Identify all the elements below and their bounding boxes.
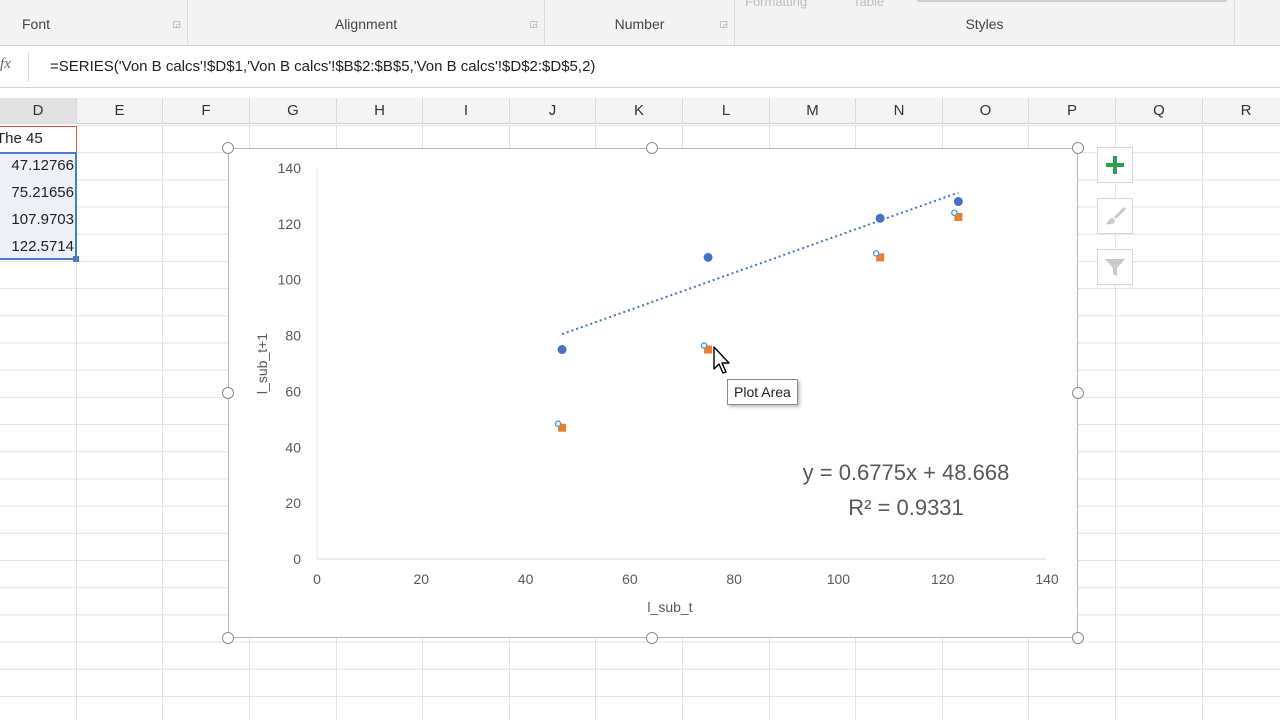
chart-resize-handle-tr[interactable] xyxy=(1072,142,1084,154)
dialog-launcher-icon[interactable]: ◲ xyxy=(172,19,181,30)
ribbon-group-alignment: Alignment ◲ xyxy=(188,0,545,46)
ribbon-group-styles: Formatting Table Styles xyxy=(735,0,1235,46)
series-name-highlight xyxy=(0,126,77,152)
y-tick-label: 140 xyxy=(278,160,302,176)
column-header-k[interactable]: K xyxy=(596,98,683,124)
column-header-f[interactable]: F xyxy=(163,98,250,124)
point-selection-marker xyxy=(951,209,958,217)
y-axis-title: l_sub_t+1 xyxy=(254,333,270,394)
x-tick-label: 140 xyxy=(1035,571,1059,587)
y-tick-label: 0 xyxy=(293,551,301,567)
scatter-chart[interactable]: 0 20 40 60 80 100 120 140 0 20 40 60 80 100 120 140 l_su… xyxy=(229,149,1079,639)
column-gridline xyxy=(1202,125,1203,720)
point-selection-marker xyxy=(700,342,708,349)
x-tick-label: 20 xyxy=(413,571,429,587)
plot-area-tooltip: Plot Area xyxy=(727,379,798,405)
insert-function-icon[interactable]: fx xyxy=(0,56,11,73)
paintbrush-icon xyxy=(1106,207,1126,225)
column-header-p[interactable]: P xyxy=(1029,98,1116,124)
chart-elements-button[interactable] xyxy=(1097,147,1133,183)
dialog-launcher-icon[interactable]: ◲ xyxy=(719,19,728,30)
mouse-cursor-icon xyxy=(713,346,730,374)
formula-input[interactable]: =SERIES('Von B calcs'!$D$1,'Von B calcs'… xyxy=(50,58,595,75)
column-header-o[interactable]: O xyxy=(943,98,1029,124)
formula-divider xyxy=(28,52,29,82)
column-header-h[interactable]: H xyxy=(337,98,423,124)
ribbon-label-font: Font xyxy=(22,16,51,32)
ribbon-label-number: Number xyxy=(614,16,665,32)
formula-bar: fx =SERIES('Von B calcs'!$D$1,'Von B cal… xyxy=(0,46,1280,88)
x-tick-label: 120 xyxy=(931,571,955,587)
y-tick-label: 100 xyxy=(278,272,302,288)
range-resize-handle[interactable] xyxy=(73,256,79,262)
series1-point xyxy=(557,345,567,355)
trendline-equation: y = 0.6775x + 48.668 xyxy=(803,460,1010,485)
series1-point xyxy=(875,213,885,223)
point-selection-marker xyxy=(872,250,880,257)
ribbon-label-styles: Styles xyxy=(965,16,1004,32)
x-tick-label: 80 xyxy=(726,571,742,587)
column-header-i[interactable]: I xyxy=(423,98,510,124)
x-tick-label: 40 xyxy=(518,571,534,587)
column-header-g[interactable]: G xyxy=(250,98,337,124)
chart-resize-handle-tl[interactable] xyxy=(222,142,234,154)
chart-resize-handle-left[interactable] xyxy=(222,387,234,399)
trendline-r-squared: R² = 0.9331 xyxy=(848,495,964,520)
series-values-highlight xyxy=(0,152,77,260)
series1-point xyxy=(953,197,963,207)
conditional-formatting-label[interactable]: Formatting xyxy=(745,0,807,9)
styles-gallery-edge xyxy=(917,0,1227,2)
x-tick-label: 100 xyxy=(827,571,851,587)
column-header-l[interactable]: L xyxy=(683,98,770,124)
chart-styles-button[interactable] xyxy=(1097,198,1133,234)
column-header-m[interactable]: M xyxy=(770,98,856,124)
column-gridline xyxy=(162,125,163,720)
ribbon-group-number: Number ◲ xyxy=(545,0,735,46)
column-header-q[interactable]: Q xyxy=(1116,98,1203,124)
chart-resize-handle-bottom[interactable] xyxy=(646,632,658,644)
chart-resize-handle-br[interactable] xyxy=(1072,632,1084,644)
column-header-r[interactable]: R xyxy=(1203,98,1280,124)
y-tick-label: 120 xyxy=(278,216,302,232)
column-header-d[interactable]: D xyxy=(0,98,77,124)
dialog-launcher-icon[interactable]: ◲ xyxy=(529,19,538,30)
x-tick-label: 0 xyxy=(313,571,321,587)
chart-resize-handle-top[interactable] xyxy=(646,142,658,154)
filter-icon xyxy=(1105,259,1125,276)
column-header-row: DEFGHIJKLMNOPQR xyxy=(0,98,1280,124)
y-tick-label: 20 xyxy=(285,495,301,511)
chart-area[interactable]: 0 20 40 60 80 100 120 140 0 20 40 60 80 100 120 140 l_su… xyxy=(228,148,1078,638)
chart-resize-handle-right[interactable] xyxy=(1072,387,1084,399)
y-tick-label: 60 xyxy=(285,383,301,399)
plus-icon xyxy=(1106,156,1124,174)
column-header-j[interactable]: J xyxy=(510,98,596,124)
column-header-n[interactable]: N xyxy=(856,98,943,124)
x-axis-title: l_sub_t xyxy=(647,599,692,615)
ribbon-group-font: Font ◲ xyxy=(0,0,188,46)
chart-resize-handle-bl[interactable] xyxy=(222,632,234,644)
column-header-e[interactable]: E xyxy=(77,98,163,124)
ribbon: Font ◲ Alignment ◲ Number ◲ Formatting T… xyxy=(0,0,1280,46)
ribbon-label-alignment: Alignment xyxy=(334,16,398,32)
y-tick-label: 80 xyxy=(285,328,301,344)
format-as-table-label[interactable]: Table xyxy=(853,0,884,9)
x-tick-label: 60 xyxy=(622,571,638,587)
y-tick-label: 40 xyxy=(285,439,301,455)
series1-point xyxy=(703,252,713,262)
chart-filters-button[interactable] xyxy=(1097,249,1133,285)
point-selection-marker xyxy=(554,420,562,428)
